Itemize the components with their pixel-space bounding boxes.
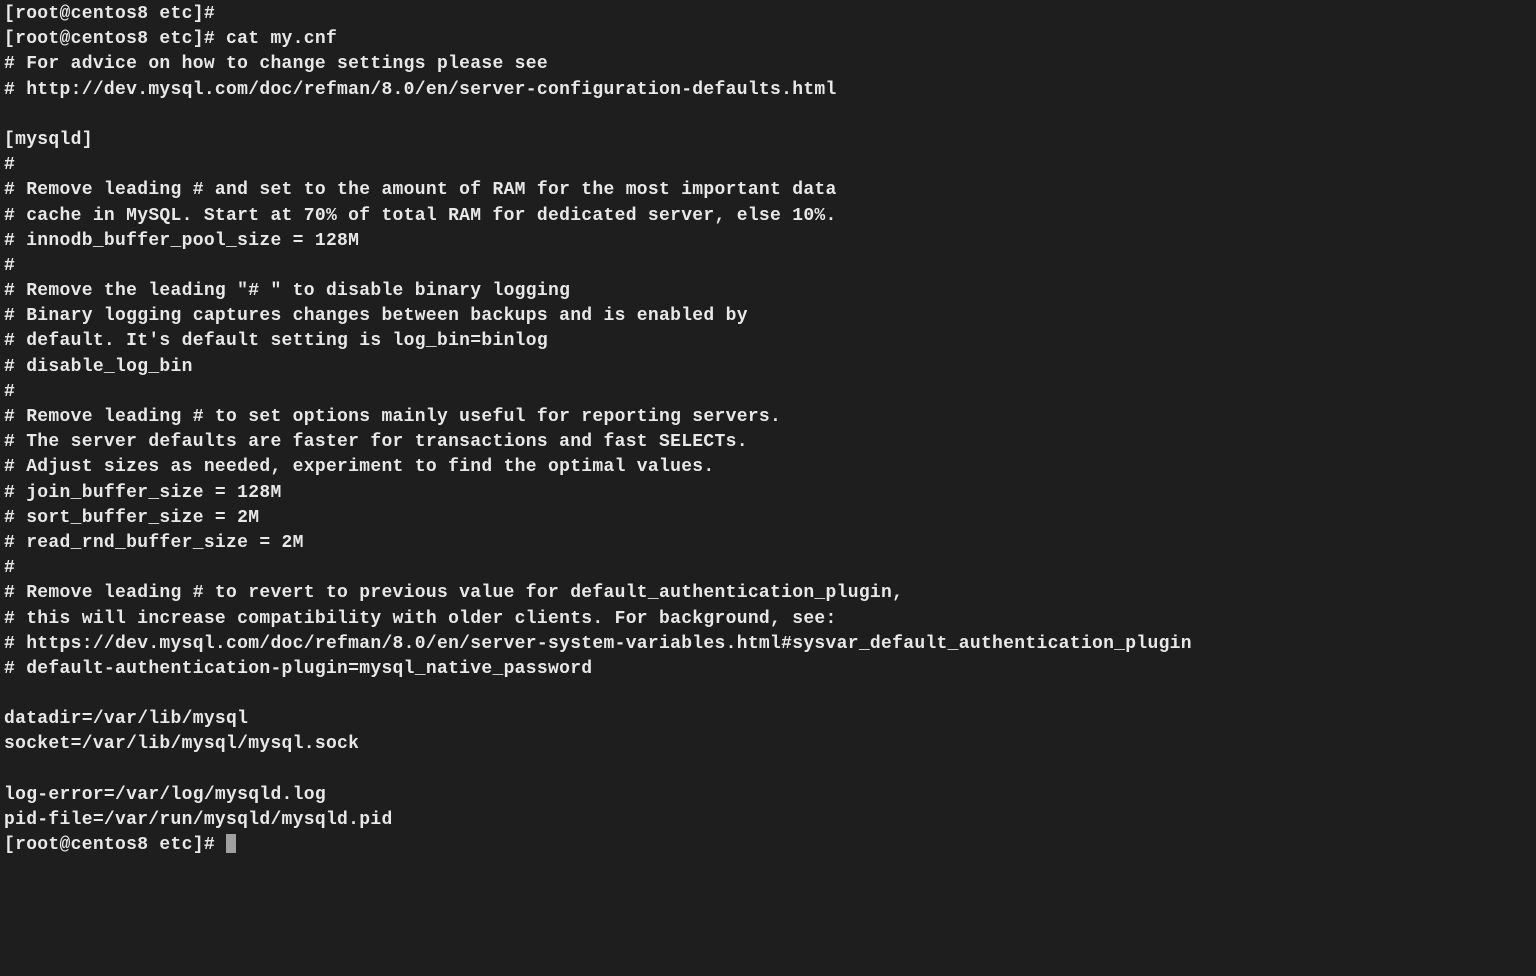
terminal-line: # this will increase compatibility with … [4, 607, 1532, 632]
terminal-line: # default-authentication-plugin=mysql_na… [4, 657, 1532, 682]
terminal-line: [root@centos8 etc]# cat my.cnf [4, 27, 1532, 52]
terminal-line: datadir=/var/lib/mysql [4, 707, 1532, 732]
terminal-line: [root@centos8 etc]# [4, 2, 1532, 27]
terminal-line: # Adjust sizes as needed, experiment to … [4, 455, 1532, 480]
terminal-line: # Binary logging captures changes betwee… [4, 304, 1532, 329]
terminal-line: # Remove leading # and set to the amount… [4, 178, 1532, 203]
terminal-line: # join_buffer_size = 128M [4, 481, 1532, 506]
terminal-line: # innodb_buffer_pool_size = 128M [4, 229, 1532, 254]
terminal-line: # Remove leading # to revert to previous… [4, 581, 1532, 606]
terminal-prompt: [root@centos8 etc]# [4, 835, 226, 855]
terminal-line: # Remove leading # to set options mainly… [4, 405, 1532, 430]
terminal-output[interactable]: [root@centos8 etc]# [root@centos8 etc]# … [4, 2, 1532, 858]
terminal-line: # [4, 556, 1532, 581]
terminal-line: log-error=/var/log/mysqld.log [4, 783, 1532, 808]
terminal-line: socket=/var/lib/mysql/mysql.sock [4, 732, 1532, 757]
terminal-line: # default. It's default setting is log_b… [4, 329, 1532, 354]
terminal-line: # disable_log_bin [4, 355, 1532, 380]
terminal-line: # [4, 380, 1532, 405]
terminal-line: # [4, 254, 1532, 279]
terminal-line [4, 682, 1532, 707]
terminal-line: # sort_buffer_size = 2M [4, 506, 1532, 531]
terminal-prompt-line[interactable]: [root@centos8 etc]# [4, 833, 1532, 858]
terminal-line: # cache in MySQL. Start at 70% of total … [4, 204, 1532, 229]
terminal-line: # For advice on how to change settings p… [4, 52, 1532, 77]
terminal-line: # https://dev.mysql.com/doc/refman/8.0/e… [4, 632, 1532, 657]
terminal-cursor [226, 834, 236, 853]
terminal-line: pid-file=/var/run/mysqld/mysqld.pid [4, 808, 1532, 833]
terminal-line: # The server defaults are faster for tra… [4, 430, 1532, 455]
terminal-line: # Remove the leading "# " to disable bin… [4, 279, 1532, 304]
terminal-line [4, 103, 1532, 128]
terminal-line: # http://dev.mysql.com/doc/refman/8.0/en… [4, 78, 1532, 103]
terminal-line: [mysqld] [4, 128, 1532, 153]
terminal-line: # read_rnd_buffer_size = 2M [4, 531, 1532, 556]
terminal-line [4, 758, 1532, 783]
terminal-line: # [4, 153, 1532, 178]
